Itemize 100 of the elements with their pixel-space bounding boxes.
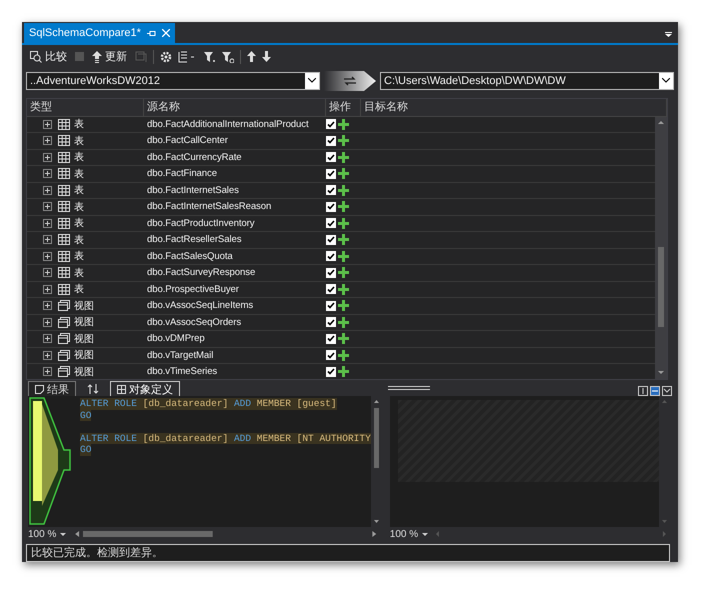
column-header[interactable]: 目标名称 [361, 98, 667, 116]
splitter-grip[interactable] [388, 386, 430, 390]
sort-icon[interactable] [87, 384, 99, 394]
checkbox[interactable] [326, 300, 336, 311]
close-icon[interactable] [162, 29, 170, 38]
source-name: dbo.FactProductInventory [146, 218, 256, 229]
source-name: dbo.FactSalesQuota [146, 250, 234, 262]
checkbox[interactable] [326, 268, 336, 278]
pin-icon[interactable] [146, 28, 156, 38]
checkbox[interactable] [326, 119, 336, 130]
type-label: 表 [74, 168, 84, 181]
results-tab[interactable]: 结果 [28, 381, 76, 396]
layout-icon[interactable] [638, 386, 672, 396]
settings-icon[interactable] [160, 50, 172, 63]
source-name: dbo.FactAdditionalInternationalProduct [146, 118, 310, 130]
expand-icon[interactable] [43, 268, 52, 278]
expand-icon[interactable] [43, 252, 52, 261]
table-icon [58, 152, 70, 163]
source-name: dbo.vAssocSeqOrders [146, 316, 242, 328]
type-label: 表 [74, 282, 84, 296]
type-label: 表 [74, 200, 84, 214]
column-header[interactable]: 源名称 [144, 98, 326, 116]
checkbox[interactable] [326, 366, 336, 377]
checkbox[interactable] [326, 284, 336, 294]
arrow-down-icon[interactable] [262, 51, 271, 62]
caret-icon [422, 532, 428, 536]
source-name: dbo.vDMPrep [146, 333, 206, 344]
update-button[interactable]: 更新 [90, 49, 129, 64]
expand-icon[interactable] [43, 318, 52, 327]
expand-icon[interactable] [43, 301, 52, 310]
filter-icon[interactable] [222, 50, 234, 63]
checkbox[interactable] [326, 334, 336, 344]
type-label: 表 [74, 234, 84, 247]
zoom-level[interactable]: 100 % [390, 528, 418, 540]
table-icon [58, 118, 70, 130]
table-icon [58, 201, 70, 212]
source-name: dbo.FactFinance [146, 168, 218, 180]
update-icon [92, 50, 102, 63]
checkbox[interactable] [326, 317, 336, 328]
checkbox[interactable] [326, 202, 336, 212]
type-label: 视图 [74, 348, 94, 362]
checkbox[interactable] [326, 218, 336, 228]
expand-icon[interactable] [43, 284, 52, 294]
checkbox[interactable] [326, 251, 336, 262]
expand-icon[interactable] [43, 334, 52, 344]
compare-button[interactable]: 比较 [28, 49, 69, 64]
expand-icon[interactable] [43, 235, 52, 244]
view-icon [58, 316, 70, 328]
checkbox[interactable] [326, 152, 336, 162]
source-name: dbo.FactInternetSalesReason [146, 201, 272, 212]
view-icon [58, 350, 70, 361]
checkbox[interactable] [326, 168, 336, 179]
source-dropdown[interactable]: ..AdventureWorksDW2012 [26, 72, 320, 90]
expand-icon[interactable] [43, 136, 52, 146]
column-header[interactable]: 类型 [27, 98, 144, 116]
expand-icon[interactable] [43, 120, 52, 129]
type-label: 表 [74, 118, 84, 132]
expand-icon[interactable] [43, 218, 52, 228]
type-label: 表 [74, 250, 84, 264]
caret-icon [60, 532, 66, 536]
expand-icon[interactable] [43, 186, 52, 195]
expand-icon[interactable] [43, 152, 52, 162]
type-label: 视图 [74, 316, 94, 330]
column-header[interactable]: 操作 [326, 98, 361, 116]
source-name: dbo.FactSurveyResponse [146, 267, 256, 278]
chevron-icon[interactable] [308, 78, 316, 84]
table-icon [58, 218, 70, 229]
checkbox[interactable] [326, 136, 336, 146]
script-text: ALTER ROLE [db_datareader] ADD MEMBER [guest] GO ALTER ROLE [db_datareader] ADD MEMBER [NT AUTHORITY GO [79, 397, 371, 458]
definition-tab[interactable]: 对象定义 [110, 381, 180, 396]
source-name: dbo.FactInternetSales [146, 184, 240, 196]
swap-arrow-icon[interactable] [324, 70, 376, 91]
filter-icon[interactable] [204, 50, 216, 63]
document-tab[interactable]: SqlSchemaCompare1* [24, 23, 175, 44]
table-icon [58, 184, 70, 196]
view-icon [58, 366, 70, 378]
table-icon [58, 284, 70, 295]
type-label: 表 [74, 216, 84, 230]
dropdown-icon[interactable] [665, 32, 672, 38]
expand-icon[interactable] [43, 202, 52, 212]
view-icon [58, 333, 70, 344]
type-label: 表 [74, 266, 84, 280]
type-label: 视图 [74, 366, 94, 379]
checkbox[interactable] [326, 185, 336, 196]
status-bar: 比较已完成。检测到差异。 [26, 544, 670, 562]
table-icon [58, 135, 70, 146]
expand-icon[interactable] [43, 169, 52, 178]
zoom-level[interactable]: 100 % [28, 528, 56, 540]
expand-icon[interactable] [43, 350, 52, 360]
target-dropdown[interactable]: C:\Users\Wade\Desktop\DW\DW\DW [380, 72, 674, 90]
checkbox[interactable] [326, 350, 336, 360]
expand-icon[interactable] [43, 367, 52, 376]
view-icon [58, 300, 70, 312]
table-icon [58, 267, 70, 278]
chevron-icon[interactable] [662, 78, 670, 84]
type-label: 表 [74, 184, 84, 198]
table-icon [58, 234, 70, 246]
arrow-up-icon[interactable] [247, 51, 256, 62]
checkbox[interactable] [326, 234, 336, 245]
type-label: 表 [74, 134, 84, 148]
